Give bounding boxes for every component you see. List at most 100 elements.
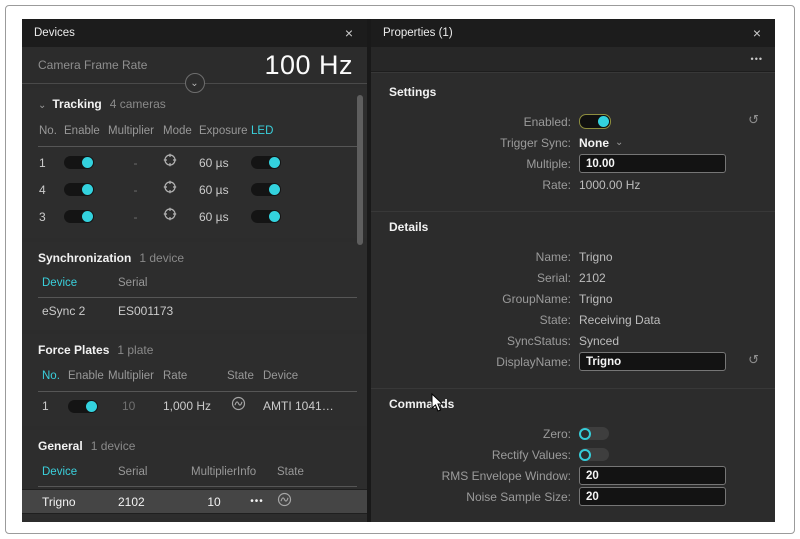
force-count: 1 plate bbox=[117, 343, 153, 357]
col-multiplier: Multiplier bbox=[108, 370, 163, 382]
tracking-row-3[interactable]: 3 - 60 µs bbox=[22, 203, 367, 230]
led-toggle[interactable] bbox=[251, 210, 281, 223]
enabled-label: Enabled: bbox=[371, 115, 579, 129]
camera-number: 4 bbox=[39, 183, 64, 197]
name-label: Name: bbox=[371, 250, 579, 264]
col-rate: Rate bbox=[163, 370, 227, 382]
settings-section: Settings Enabled: ↺ Trigger Sync: None ⌄… bbox=[371, 72, 775, 211]
synchronization-section: Synchronization1 device Device Serial eS… bbox=[22, 242, 367, 330]
col-mode: Mode bbox=[163, 125, 199, 137]
device-name: eSync 2 bbox=[42, 304, 118, 318]
sync-row-1[interactable]: eSync 2 ES001173 bbox=[22, 300, 367, 322]
syncstatus-label: SyncStatus: bbox=[371, 334, 579, 348]
exposure-value: 60 µs bbox=[199, 156, 251, 170]
commands-section-title: Commands bbox=[371, 397, 775, 411]
tracking-section-title[interactable]: ⌄Tracking4 cameras bbox=[22, 97, 367, 113]
displayname-input[interactable] bbox=[579, 352, 726, 371]
multiple-row: Multiple: bbox=[371, 153, 775, 174]
reset-icon[interactable]: ↺ bbox=[748, 353, 759, 366]
general-section: General1 device Device Serial Multiplier… bbox=[22, 430, 367, 518]
tracking-row-2[interactable]: 4 - 60 µs bbox=[22, 176, 367, 203]
multiplier-value: - bbox=[134, 156, 138, 170]
enable-toggle[interactable] bbox=[64, 183, 94, 196]
exposure-value: 60 µs bbox=[199, 183, 251, 197]
info-ellipsis-icon[interactable]: ••• bbox=[250, 496, 264, 507]
rate-value: 1,000 Hz bbox=[163, 399, 227, 413]
col-multiplier: Multiplier bbox=[191, 466, 237, 478]
general-row-trigno[interactable]: Trigno 2102 10 ••• bbox=[22, 489, 367, 514]
led-toggle[interactable] bbox=[251, 156, 281, 169]
name-value: Trigno bbox=[579, 250, 613, 264]
displayname-label: DisplayName: bbox=[371, 355, 579, 369]
screenshot-stage: Devices × Camera Frame Rate 100 Hz ⌄ ⌄Tr… bbox=[0, 0, 800, 539]
led-toggle[interactable] bbox=[251, 183, 281, 196]
zero-toggle[interactable] bbox=[579, 427, 609, 440]
tracking-section: ⌄Tracking4 cameras No. Enable Multiplier… bbox=[22, 88, 367, 238]
serial-value: 2102 bbox=[579, 271, 606, 285]
tracking-row-1[interactable]: 1 - 60 µs bbox=[22, 149, 367, 176]
camera-number: 3 bbox=[39, 210, 64, 224]
rectify-row: Rectify Values: bbox=[371, 444, 775, 465]
device-state-icon bbox=[277, 492, 317, 512]
noise-sample-input[interactable] bbox=[579, 487, 726, 506]
col-device: Device bbox=[42, 466, 118, 478]
properties-panel-title: Properties (1) bbox=[383, 27, 453, 39]
device-name: AMTI 1041… bbox=[263, 399, 367, 413]
enable-toggle[interactable] bbox=[68, 400, 98, 413]
rectify-values-toggle[interactable] bbox=[579, 448, 609, 461]
multiplier-value: - bbox=[134, 210, 138, 224]
force-plates-section-title[interactable]: Force Plates1 plate bbox=[22, 343, 367, 359]
device-name: Trigno bbox=[42, 495, 118, 509]
enable-toggle[interactable] bbox=[64, 156, 94, 169]
more-options-icon[interactable]: ••• bbox=[751, 54, 763, 64]
rms-envelope-label: RMS Envelope Window: bbox=[371, 469, 579, 483]
force-row-1[interactable]: 1 10 1,000 Hz AMTI 1041… bbox=[22, 394, 367, 418]
rate-row: Rate: 1000.00 Hz bbox=[371, 174, 775, 195]
force-table-header: No. Enable Multiplier Rate State Device bbox=[22, 364, 367, 388]
col-multiplier: Multiplier bbox=[108, 125, 163, 137]
enabled-toggle[interactable] bbox=[579, 114, 611, 129]
device-serial: ES001173 bbox=[118, 304, 367, 318]
details-section: Details Name: Trigno Serial: 2102 GroupN… bbox=[371, 211, 775, 388]
settings-section-title: Settings bbox=[371, 85, 775, 99]
camera-mode-icon[interactable] bbox=[163, 153, 199, 172]
enable-toggle[interactable] bbox=[64, 210, 94, 223]
exposure-value: 60 µs bbox=[199, 210, 251, 224]
noise-row: Noise Sample Size: bbox=[371, 486, 775, 507]
col-state: State bbox=[277, 466, 317, 478]
camera-mode-icon[interactable] bbox=[163, 207, 199, 226]
synchronization-section-title[interactable]: Synchronization1 device bbox=[22, 251, 367, 267]
state-label: State: bbox=[371, 313, 579, 327]
details-section-title: Details bbox=[371, 220, 775, 234]
table-divider bbox=[38, 146, 357, 147]
camera-number: 1 bbox=[39, 156, 64, 170]
camera-mode-icon[interactable] bbox=[163, 180, 199, 199]
rate-value: 1000.00 Hz bbox=[579, 178, 640, 192]
camera-frame-rate-label: Camera Frame Rate bbox=[38, 58, 147, 72]
properties-close-icon[interactable]: × bbox=[751, 26, 763, 40]
col-no: No. bbox=[42, 370, 68, 382]
device-state-icon bbox=[227, 396, 263, 416]
frame-rate-expander-button[interactable]: ⌄ bbox=[185, 73, 205, 93]
general-section-title[interactable]: General1 device bbox=[22, 439, 367, 455]
devices-panel: Devices × Camera Frame Rate 100 Hz ⌄ ⌄Tr… bbox=[22, 19, 367, 522]
col-enable: Enable bbox=[64, 125, 108, 137]
reset-icon[interactable]: ↺ bbox=[748, 113, 759, 126]
col-led: LED bbox=[251, 125, 313, 137]
devices-close-icon[interactable]: × bbox=[343, 26, 355, 40]
col-no: No. bbox=[39, 125, 64, 137]
rectify-label: Rectify Values: bbox=[371, 448, 579, 462]
rms-row: RMS Envelope Window: bbox=[371, 465, 775, 486]
multiple-input[interactable] bbox=[579, 154, 726, 173]
general-title-text: General bbox=[38, 439, 83, 453]
devices-scrollbar[interactable] bbox=[357, 95, 363, 245]
chevron-down-icon: ⌄ bbox=[190, 78, 198, 89]
collapse-chevron-icon: ⌄ bbox=[38, 100, 46, 111]
properties-panel: Properties (1) × ••• Settings Enabled: ↺… bbox=[371, 19, 775, 522]
camera-frame-rate-value: 100 Hz bbox=[264, 50, 353, 81]
chevron-down-icon[interactable]: ⌄ bbox=[615, 137, 623, 148]
sync-table-header: Device Serial bbox=[22, 272, 367, 294]
multiplier-value: 10 bbox=[108, 399, 163, 413]
rms-envelope-input[interactable] bbox=[579, 466, 726, 485]
trigger-sync-dropdown[interactable]: None bbox=[579, 136, 609, 150]
